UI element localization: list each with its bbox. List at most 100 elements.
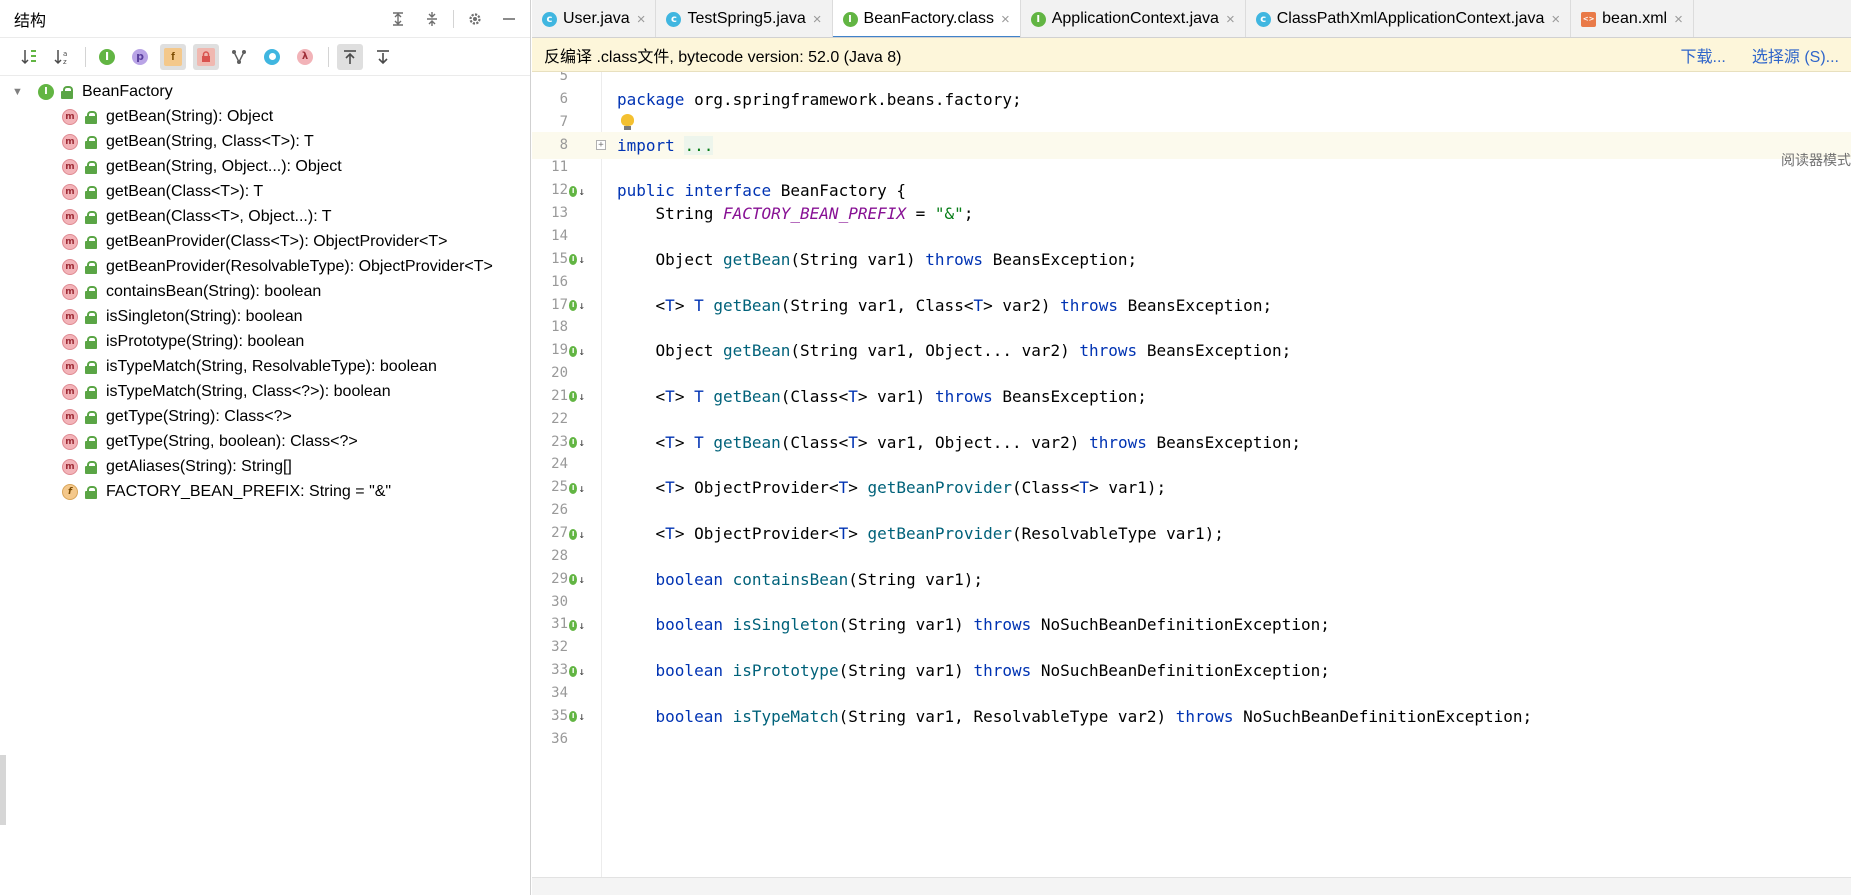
tree-method-item[interactable]: m getType(String, boolean): Class<?> xyxy=(0,429,530,454)
public-lock-icon xyxy=(84,435,98,449)
public-lock-icon xyxy=(84,285,98,299)
tree-method-item[interactable]: m isTypeMatch(String, ResolvableType): bo… xyxy=(0,354,530,379)
has-implementations-icon[interactable]: I ↓ xyxy=(569,572,585,588)
reader-mode-toggle[interactable]: 阅读器模式 xyxy=(1781,150,1851,170)
close-icon[interactable]: × xyxy=(1551,11,1560,28)
line-number[interactable]: 36 xyxy=(532,726,568,753)
tree-method-item[interactable]: m getBean(String, Object...): Object xyxy=(0,154,530,179)
horizontal-scrollbar[interactable] xyxy=(532,877,1851,895)
sort-by-visibility-icon[interactable] xyxy=(16,44,42,70)
public-lock-icon xyxy=(84,310,98,324)
has-implementations-icon[interactable]: I ↓ xyxy=(569,252,585,268)
tree-method-item[interactable]: m getBean(String): Object xyxy=(0,104,530,129)
show-anonymous-icon[interactable] xyxy=(226,44,252,70)
field-icon: f xyxy=(62,483,78,500)
close-icon[interactable]: × xyxy=(637,11,646,28)
tree-method-item[interactable]: m isPrototype(String): boolean xyxy=(0,329,530,354)
method-icon: m xyxy=(62,158,78,175)
tree-method-item[interactable]: m getAliases(String): String[] xyxy=(0,454,530,479)
tree-method-item[interactable]: m containsBean(String): boolean xyxy=(0,279,530,304)
method-icon: m xyxy=(62,358,78,375)
tree-method-item[interactable]: m getBean(Class<T>): T xyxy=(0,179,530,204)
has-implementations-icon[interactable]: I ↓ xyxy=(569,526,585,542)
tree-method-item[interactable]: m getBean(Class<T>, Object...): T xyxy=(0,204,530,229)
tree-item-label: getBean(Class<T>, Object...): T xyxy=(106,207,332,225)
minimize-icon[interactable] xyxy=(496,6,522,32)
show-fields-icon[interactable]: f xyxy=(160,43,186,70)
left-edge-scrollbar[interactable] xyxy=(0,755,6,825)
editor-tab[interactable]: I BeanFactory.class × xyxy=(832,0,1021,37)
tree-method-item[interactable]: m getType(String): Class<?> xyxy=(0,404,530,429)
tree-method-item[interactable]: m getBeanProvider(ResolvableType): Object… xyxy=(0,254,530,279)
decompile-banner-text: 反编译 .class文件, bytecode version: 52.0 (Ja… xyxy=(544,48,902,66)
lightbulb-icon[interactable] xyxy=(621,113,634,131)
lambda-icon[interactable]: λ xyxy=(292,44,318,70)
tree-field-item[interactable]: f FACTORY_BEAN_PREFIX: String = "&" xyxy=(0,479,530,504)
structure-panel-title: 结构 xyxy=(14,12,47,30)
code-line[interactable]: 36 xyxy=(532,726,1851,753)
xml-icon: <> xyxy=(1581,11,1597,27)
show-properties-icon[interactable]: p xyxy=(127,44,153,70)
autoscroll-to-source-icon[interactable] xyxy=(337,43,363,70)
public-lock-icon xyxy=(84,110,98,124)
structure-tree: ▼ I BeanFactory m getBean(String): Object… xyxy=(0,76,530,504)
tree-item-label: FACTORY_BEAN_PREFIX: String = "&" xyxy=(106,482,392,500)
autoscroll-from-source-icon[interactable] xyxy=(370,44,396,70)
close-icon[interactable]: × xyxy=(813,11,822,28)
collapse-all-icon[interactable] xyxy=(419,6,445,32)
has-implementations-icon[interactable]: I ↓ xyxy=(569,617,585,633)
public-lock-icon xyxy=(84,235,98,249)
gear-icon[interactable] xyxy=(462,6,488,32)
public-lock-icon xyxy=(84,360,98,374)
choose-sources-link[interactable]: 选择源 (S)... xyxy=(1752,43,1839,67)
editor-tab[interactable]: c TestSpring5.java × xyxy=(656,0,833,37)
tree-method-item[interactable]: m getBeanProvider(Class<T>): ObjectProvid… xyxy=(0,229,530,254)
has-implementations-icon[interactable]: I ↓ xyxy=(569,435,585,451)
code-editor[interactable]: 5 6 package org.springframework.beans.fact… xyxy=(532,72,1851,877)
has-implementations-icon[interactable]: I ↓ xyxy=(569,298,585,314)
show-inherited-icon[interactable]: I xyxy=(94,44,120,70)
has-implementations-icon[interactable]: I ↓ xyxy=(569,343,585,359)
interface-icon: I xyxy=(38,83,54,100)
close-icon[interactable]: × xyxy=(1001,11,1010,28)
has-implementations-icon[interactable]: I ↓ xyxy=(569,389,585,405)
editor-tab-label: bean.xml xyxy=(1602,10,1668,27)
svg-text:a: a xyxy=(63,50,67,58)
fold-toggle-icon[interactable]: + xyxy=(596,139,606,150)
expand-all-icon[interactable] xyxy=(385,6,411,32)
show-non-public-icon[interactable] xyxy=(193,43,219,70)
show-lambdas-icon[interactable] xyxy=(259,44,285,70)
editor-tab[interactable]: I ApplicationContext.java × xyxy=(1021,0,1246,37)
editor-tab[interactable]: <> bean.xml × xyxy=(1571,0,1694,37)
tree-method-item[interactable]: m isSingleton(String): boolean xyxy=(0,304,530,329)
method-icon: m xyxy=(62,108,78,125)
chevron-down-icon[interactable]: ▼ xyxy=(12,86,26,98)
tree-item-label: getAliases(String): String[] xyxy=(106,457,292,475)
close-icon[interactable]: × xyxy=(1674,11,1683,28)
download-sources-link[interactable]: 下载... xyxy=(1681,43,1726,67)
editor-tab-label: ApplicationContext.java xyxy=(1051,10,1219,27)
method-icon: m xyxy=(62,308,78,325)
tree-method-item[interactable]: m isTypeMatch(String, Class<?>): boolean xyxy=(0,379,530,404)
public-lock-icon xyxy=(84,185,98,199)
has-implementations-icon[interactable]: I ↓ xyxy=(569,709,585,725)
toolbar-separator xyxy=(328,46,329,67)
sort-alphabetically-icon[interactable]: az xyxy=(49,44,75,70)
editor-tab[interactable]: c User.java × xyxy=(532,0,657,37)
public-lock-icon xyxy=(84,485,98,499)
structure-toolbar: az I p f λ xyxy=(0,38,530,76)
svg-text:z: z xyxy=(63,58,67,66)
has-implementations-icon[interactable]: I ↓ xyxy=(569,663,585,679)
method-icon: m xyxy=(62,283,78,300)
class-icon: c xyxy=(542,11,557,27)
close-icon[interactable]: × xyxy=(1226,11,1235,28)
has-implementations-icon[interactable]: I ↓ xyxy=(569,183,585,199)
tree-method-item[interactable]: m getBean(String, Class<T>): T xyxy=(0,129,530,154)
header-separator xyxy=(453,9,454,28)
tree-item-label: containsBean(String): boolean xyxy=(106,282,322,300)
tree-item-label: getBeanProvider(Class<T>): ObjectProvide… xyxy=(106,232,448,250)
editor-tab[interactable]: c ClassPathXmlApplicationContext.java × xyxy=(1246,0,1572,37)
tree-root-node[interactable]: ▼ I BeanFactory xyxy=(0,79,530,104)
has-implementations-icon[interactable]: I ↓ xyxy=(569,480,585,496)
method-icon: m xyxy=(62,208,78,225)
